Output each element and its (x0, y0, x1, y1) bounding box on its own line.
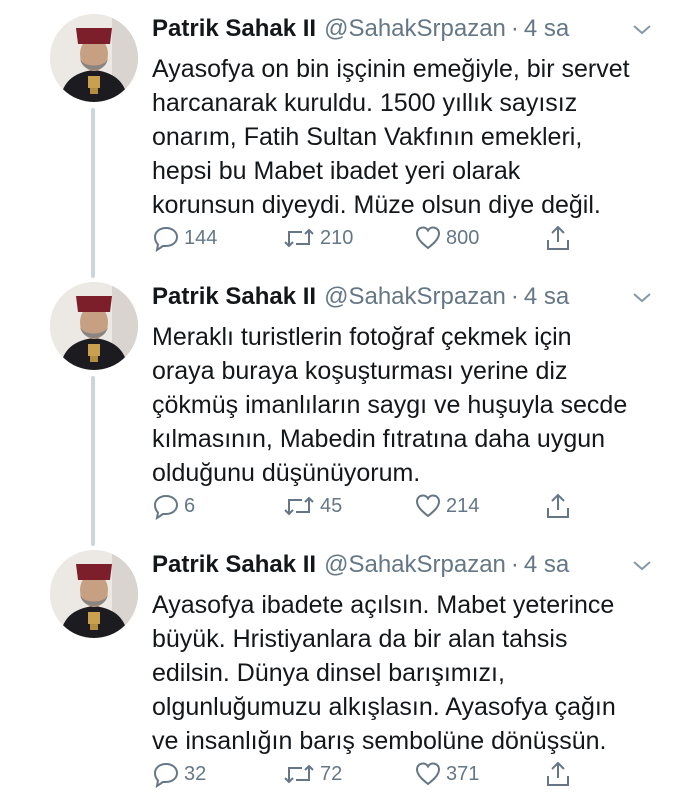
reply-button[interactable]: 144 (152, 224, 217, 252)
heart-icon (415, 226, 441, 250)
retweet-button[interactable]: 45 (282, 492, 342, 520)
like-count: 800 (446, 226, 480, 249)
tweet-text-line: büyük. Hristiyanlara da bir alan tahsis (152, 625, 568, 653)
tweet-text-line: hepsi bu Mabet ibadet yeri olarak (152, 157, 521, 185)
action-bar: 32 72 371 (0, 760, 700, 794)
author-handle[interactable]: @SahakSrpazan (324, 551, 506, 579)
tweet-text-line: olgunluğumuzu alkışlasın. Ayasofya çağın (152, 693, 616, 721)
author-handle[interactable]: @SahakSrpazan (324, 15, 506, 43)
tweet-text-line: Ayasofya ibadete açılsın. Mabet yeterinc… (152, 591, 615, 619)
tweet-text-line: edilsin. Dünya dinsel barışımızı, (152, 659, 505, 687)
reply-count: 32 (184, 762, 207, 785)
separator-dot: · (510, 283, 519, 310)
tweet-header: Patrik Sahak II @SahakSrpazan · 4 sa (152, 548, 569, 582)
reply-count: 6 (184, 494, 196, 517)
action-bar: 144 210 800 (0, 224, 700, 258)
reply-button[interactable]: 6 (152, 492, 195, 520)
share-icon (547, 493, 569, 518)
tweet-text-line: korunsun diyeydi. Müze olsun diye değil. (152, 191, 601, 219)
chevron-down-icon[interactable] (630, 18, 654, 42)
tweet-header: Patrik Sahak II @SahakSrpazan · 4 sa (152, 12, 569, 46)
tweet-text: Ayasofya on bin işçinin emeğiyle, bir se… (152, 52, 692, 222)
tweet-text-line: olduğunu düşünüyorum. (152, 459, 421, 487)
share-button[interactable] (544, 760, 576, 788)
tweet[interactable]: Patrik Sahak II @SahakSrpazan · 4 sa Aya… (0, 0, 700, 268)
retweet-button[interactable]: 72 (282, 760, 342, 788)
share-icon (547, 225, 569, 250)
chevron-down-icon[interactable] (630, 554, 654, 578)
like-count: 371 (446, 762, 480, 785)
avatar[interactable] (50, 550, 138, 638)
tweet[interactable]: Patrik Sahak II @SahakSrpazan · 4 sa Mer… (0, 268, 700, 536)
tweet-text-line: kılmasının, Mabedin fıtratına daha uygun (152, 425, 606, 453)
retweet-button[interactable]: 210 (282, 224, 353, 252)
avatar[interactable] (50, 282, 138, 370)
chevron-down-icon[interactable] (630, 286, 654, 310)
like-button[interactable]: 371 (414, 760, 479, 788)
retweet-icon (284, 228, 314, 248)
retweet-icon (284, 764, 314, 784)
author-handle[interactable]: @SahakSrpazan (324, 283, 506, 311)
reply-count: 144 (184, 226, 218, 249)
heart-icon (415, 494, 441, 518)
share-button[interactable] (544, 492, 576, 520)
retweet-count: 45 (320, 494, 343, 517)
tweet-text-line: onarım, Fatih Sultan Vakfının emekleri, (152, 123, 583, 151)
heart-icon (415, 762, 441, 786)
share-button[interactable] (544, 224, 576, 252)
timestamp[interactable]: 4 sa (524, 283, 569, 311)
separator-dot: · (510, 15, 519, 42)
tweet-text: Ayasofya ibadete açılsın. Mabet yeterinc… (152, 588, 692, 758)
share-icon (547, 761, 569, 786)
like-button[interactable]: 800 (414, 224, 479, 252)
tweet-text-line: harcanarak kuruldu. 1500 yıllık sayısız (152, 89, 578, 117)
tweet-text-line: oraya buraya koşuşturması yerine diz (152, 357, 568, 385)
separator-dot: · (510, 551, 519, 578)
author-name[interactable]: Patrik Sahak II (152, 283, 316, 311)
retweet-count: 210 (320, 226, 354, 249)
timestamp[interactable]: 4 sa (524, 551, 569, 579)
retweet-icon (284, 496, 314, 516)
timestamp[interactable]: 4 sa (524, 15, 569, 43)
reply-icon (153, 762, 179, 788)
reply-icon (153, 226, 179, 252)
reply-button[interactable]: 32 (152, 760, 206, 788)
author-name[interactable]: Patrik Sahak II (152, 15, 316, 43)
like-count: 214 (446, 494, 480, 517)
tweet-text-line: çökmüş imanlıların saygı ve huşuyla secd… (152, 391, 628, 419)
tweet-header: Patrik Sahak II @SahakSrpazan · 4 sa (152, 280, 569, 314)
tweet-text-line: Meraklı turistlerin fotoğraf çekmek için (152, 323, 572, 351)
action-bar: 6 45 214 (0, 492, 700, 526)
tweet-text: Meraklı turistlerin fotoğraf çekmek için… (152, 320, 692, 490)
tweet-text-line: Ayasofya on bin işçinin emeğiyle, bir se… (152, 55, 630, 83)
avatar[interactable] (50, 14, 138, 102)
like-button[interactable]: 214 (414, 492, 479, 520)
retweet-count: 72 (320, 762, 343, 785)
tweet-text-line: ve insanlığın barış sembolüne dönüşsün. (152, 727, 607, 755)
reply-icon (153, 494, 179, 520)
tweet[interactable]: Patrik Sahak II @SahakSrpazan · 4 sa Aya… (0, 536, 700, 796)
author-name[interactable]: Patrik Sahak II (152, 551, 316, 579)
